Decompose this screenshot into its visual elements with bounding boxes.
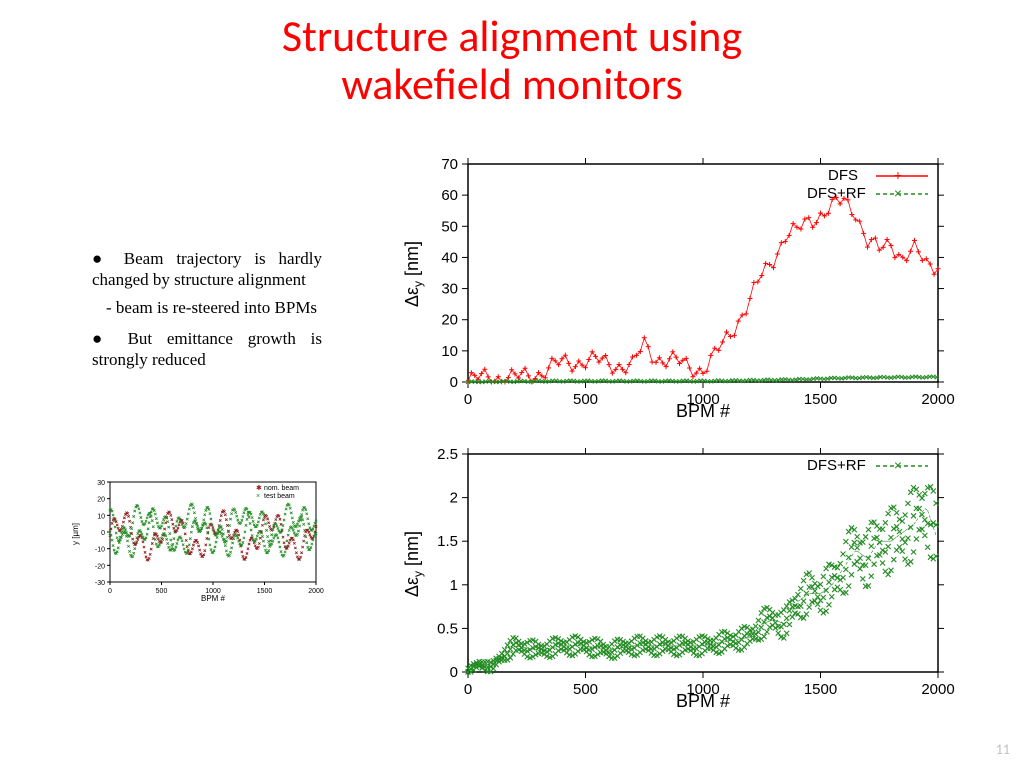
svg-text:test beam: test beam — [264, 493, 295, 500]
svg-text:0: 0 — [101, 530, 105, 537]
svg-text:30: 30 — [441, 281, 458, 298]
svg-text:DFS+RF: DFS+RF — [807, 457, 866, 474]
svg-text:10: 10 — [441, 343, 458, 360]
svg-text:0: 0 — [108, 588, 112, 595]
slide-title: Structure alignment using wakefield moni… — [0, 12, 1024, 109]
svg-text:1500: 1500 — [804, 391, 837, 408]
svg-text:20: 20 — [97, 497, 105, 504]
svg-text:-10: -10 — [95, 547, 105, 554]
top-xlabel: BPM # — [676, 401, 730, 421]
svg-text:×: × — [894, 185, 902, 201]
svg-text:-30: -30 — [95, 580, 105, 587]
svg-text:2000: 2000 — [308, 588, 324, 595]
bot-ylabel: Δεy [nm] — [402, 531, 425, 597]
svg-text:2000: 2000 — [921, 391, 954, 408]
svg-text:60: 60 — [441, 187, 458, 204]
svg-text:×: × — [256, 493, 260, 500]
svg-text:0: 0 — [464, 391, 472, 408]
svg-text:500: 500 — [156, 588, 168, 595]
svg-text:1500: 1500 — [804, 681, 837, 698]
mini-chart: -30-20-100102030 0500100015002000 y [µm]… — [68, 474, 328, 604]
svg-text:2: 2 — [450, 490, 458, 507]
svg-text:✱: ✱ — [256, 484, 262, 492]
page-number: 11 — [996, 741, 1010, 758]
svg-text:2.5: 2.5 — [437, 446, 458, 463]
svg-text:nom. beam: nom. beam — [264, 485, 299, 492]
svg-text:0: 0 — [450, 664, 458, 681]
svg-text:2000: 2000 — [921, 681, 954, 698]
svg-text:DFS: DFS — [828, 167, 858, 184]
svg-text:1500: 1500 — [257, 588, 273, 595]
svg-text:30: 30 — [97, 480, 105, 487]
mini-ylabel: y [µm] — [71, 523, 80, 545]
svg-text:0.5: 0.5 — [437, 620, 458, 637]
svg-text:10: 10 — [97, 513, 105, 520]
svg-text:50: 50 — [441, 218, 458, 235]
svg-text:70: 70 — [441, 156, 458, 173]
top-ylabel: Δεy [nm] — [402, 241, 425, 307]
svg-text:1.5: 1.5 — [437, 533, 458, 550]
svg-text:40: 40 — [441, 249, 458, 266]
bullet-1: Beam trajectory is hardly changed by str… — [92, 248, 322, 291]
svg-text:-20: -20 — [95, 563, 105, 570]
svg-text:500: 500 — [573, 681, 598, 698]
bottom-chart: 00.511.522.5 0500100015002000 Δεy [nm] B… — [398, 444, 964, 714]
svg-text:0: 0 — [450, 374, 458, 391]
bullet-2: But emittance growth is strongly reduced — [92, 328, 322, 371]
bot-xlabel: BPM # — [676, 691, 730, 711]
svg-text:×: × — [894, 457, 902, 473]
svg-text:20: 20 — [441, 312, 458, 329]
top-chart: 010203040506070 0500100015002000 Δεy [nm… — [398, 154, 964, 424]
bullet-1-sub: beam is re-steered into BPMs — [106, 297, 322, 318]
svg-text:+: + — [894, 167, 902, 183]
bullet-list: Beam trajectory is hardly changed by str… — [92, 248, 322, 376]
mini-xlabel: BPM # — [201, 594, 226, 603]
svg-text:0: 0 — [464, 681, 472, 698]
svg-text:1: 1 — [450, 577, 458, 594]
svg-text:500: 500 — [573, 391, 598, 408]
